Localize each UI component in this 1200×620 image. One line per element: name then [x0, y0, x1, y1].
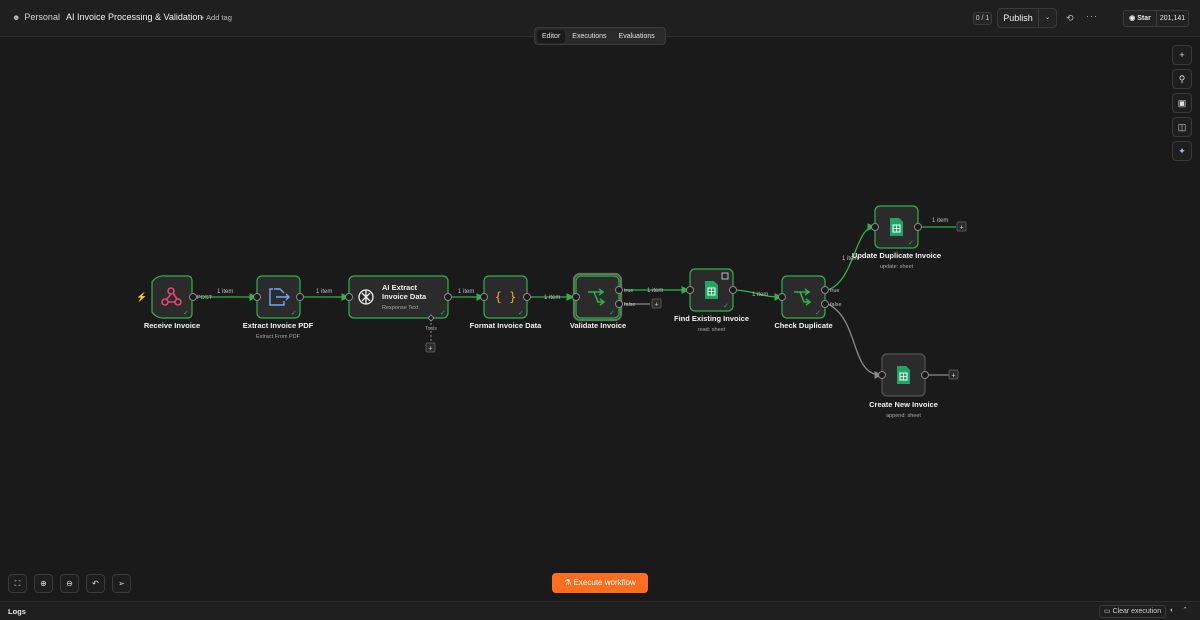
tab-editor[interactable]: Editor [537, 29, 566, 43]
ai-assistant-button[interactable]: ✦ [1172, 141, 1192, 161]
node-title: Format Invoice Data [470, 321, 543, 330]
port-label: POST [197, 295, 213, 301]
branch-false-label: false [624, 302, 636, 308]
plus-icon: + [654, 302, 658, 309]
sticky-note-button[interactable]: ▣ [1172, 93, 1192, 113]
input-port[interactable] [871, 223, 879, 231]
popout-icon[interactable]: ◐ [1170, 607, 1174, 614]
node-title: Extract Invoice PDF [243, 321, 314, 330]
clear-execution-button[interactable]: ▭ Clear execution [1099, 605, 1166, 618]
zoom-out-icon: ⊖ [66, 579, 73, 588]
input-port[interactable] [345, 293, 353, 301]
success-check-icon: ✓ [440, 310, 446, 317]
node-subtitle: Extract From PDF [256, 334, 301, 340]
input-port[interactable] [572, 293, 580, 301]
logs-bar: Logs ▭ Clear execution ◐ ⌃ [0, 601, 1200, 620]
add-node-panel-button[interactable]: + [1172, 45, 1192, 65]
search-button[interactable]: ⚲ [1172, 69, 1192, 89]
node-subtitle: update: sheet [880, 264, 914, 270]
google-sheets-icon [897, 366, 910, 384]
node-title: Receive Invoice [144, 321, 200, 330]
code-braces-icon: { } [495, 290, 517, 304]
branch-true-label: true [624, 288, 633, 294]
tools-label: Tools [425, 326, 437, 332]
tab-executions[interactable]: Executions [567, 30, 611, 43]
input-port[interactable] [778, 293, 786, 301]
node-title: Create New Invoice [869, 400, 938, 409]
output-port[interactable] [444, 293, 452, 301]
success-check-icon: ✓ [609, 310, 615, 317]
output-port[interactable] [523, 293, 531, 301]
logs-controls: ◐ ⌃ [1170, 606, 1188, 614]
pointer-icon: ➢ [118, 579, 125, 588]
view-tabs: Editor Executions Evaluations [534, 27, 666, 45]
success-check-icon: ✓ [183, 310, 189, 317]
sticky-note-icon: ▣ [1177, 98, 1187, 108]
search-icon: ⚲ [1178, 74, 1186, 84]
execute-workflow-label: Execute workflow [573, 578, 636, 587]
panel-icon: ◫ [1177, 122, 1187, 132]
success-check-icon: ✓ [815, 310, 821, 317]
input-port[interactable] [878, 371, 886, 379]
tab-evaluations[interactable]: Evaluations [614, 30, 660, 43]
edge-label: 1 item [647, 288, 663, 294]
plus-icon: + [959, 225, 963, 232]
node-subtitle: Response Text [382, 305, 419, 311]
zoom-out-button[interactable]: ⊖ [60, 574, 79, 593]
output-port[interactable] [921, 371, 929, 379]
google-sheets-icon [890, 218, 903, 236]
node-subtitle: read: sheet [698, 327, 726, 333]
output-port-true[interactable] [821, 286, 829, 294]
branch-true-label: true [830, 288, 839, 294]
node-title: Update Duplicate Invoice [852, 251, 941, 260]
pointer-tool-button[interactable]: ➢ [112, 574, 131, 593]
output-port-false[interactable] [821, 300, 829, 308]
plus-icon: + [1179, 50, 1185, 60]
zoom-in-button[interactable]: ⊕ [34, 574, 53, 593]
output-port[interactable] [189, 293, 197, 301]
plus-icon: + [428, 346, 432, 353]
node-subtitle: append: sheet [886, 413, 921, 419]
edge-label: 1 item [217, 289, 233, 295]
logs-label[interactable]: Logs [8, 607, 26, 616]
edge-label: 1 item [544, 295, 560, 301]
workflow-canvas[interactable]: 1 item 1 item 1 item 1 item 1 item 1 ite… [0, 0, 1200, 600]
node-title: Find Existing Invoice [674, 314, 749, 323]
clear-execution-label: Clear execution [1112, 608, 1162, 615]
edge-label: 1 item [458, 289, 474, 295]
edge-label: 1 item [752, 292, 768, 298]
success-check-icon: ✓ [723, 303, 729, 310]
execute-workflow-button[interactable]: ⚗ Execute workflow [552, 573, 648, 593]
sparkle-icon: ✦ [1178, 146, 1186, 156]
fit-view-button[interactable]: ⛶ [8, 574, 27, 593]
toggle-panel-button[interactable]: ◫ [1172, 117, 1192, 137]
success-check-icon: ✓ [291, 310, 297, 317]
node-title: Check Duplicate [774, 321, 832, 330]
input-port[interactable] [480, 293, 488, 301]
google-sheets-icon [705, 281, 718, 299]
node-title-line1: AI Extract [382, 283, 418, 292]
output-port-true[interactable] [615, 286, 623, 294]
success-check-icon: ✓ [908, 240, 914, 247]
output-port[interactable] [296, 293, 304, 301]
node-title: Validate Invoice [570, 321, 626, 330]
output-port-false[interactable] [615, 300, 623, 308]
trigger-bolt-icon: ⚡ [136, 291, 147, 303]
undo-icon: ↶ [92, 579, 99, 588]
flask-icon: ⚗ [564, 578, 574, 587]
undo-button[interactable]: ↶ [86, 574, 105, 593]
branch-false-label: false [830, 302, 842, 308]
zoom-in-icon: ⊕ [40, 579, 47, 588]
edge-label: 1 item [316, 289, 332, 295]
output-port[interactable] [914, 223, 922, 231]
fit-view-icon: ⛶ [14, 579, 21, 588]
input-port[interactable] [253, 293, 261, 301]
node-title-line2: Invoice Data [382, 292, 427, 301]
chevron-up-icon[interactable]: ⌃ [1182, 607, 1188, 614]
success-check-icon: ✓ [518, 310, 524, 317]
plus-icon: + [951, 373, 955, 380]
edge-label: 1 item [932, 218, 948, 224]
output-port[interactable] [729, 286, 737, 294]
input-port[interactable] [686, 286, 694, 294]
